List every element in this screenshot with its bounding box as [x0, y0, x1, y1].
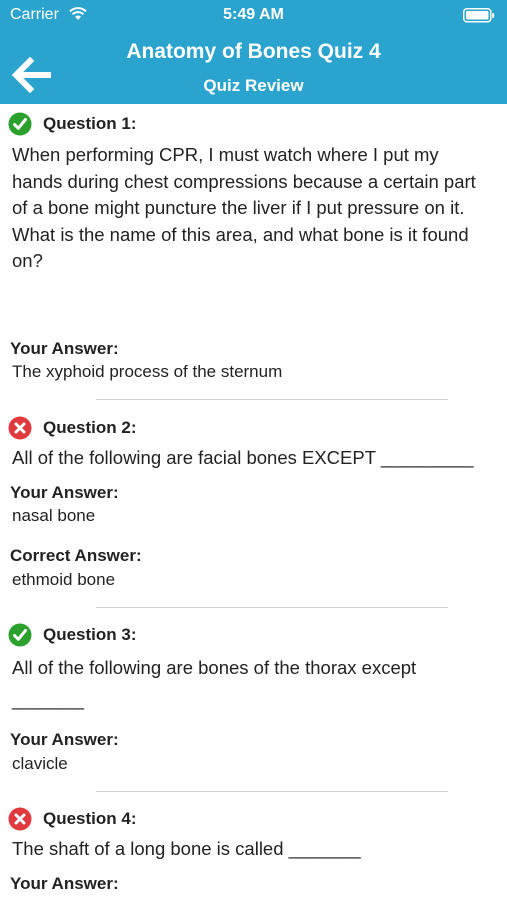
- status-bar: Carrier 5:49 AM: [0, 0, 507, 30]
- divider: [96, 607, 448, 608]
- question-label: Question 3:: [43, 625, 137, 644]
- question-label: Question 1:: [43, 114, 137, 133]
- correct-answer-value: ethmoid bone: [12, 570, 116, 589]
- correct-check-icon: [8, 623, 32, 652]
- page-subtitle: Quiz Review: [203, 76, 304, 95]
- correct-check-icon: [8, 112, 32, 141]
- question-text: All of the following are facial bones EX…: [12, 447, 474, 468]
- question-label: Question 4:: [43, 809, 137, 828]
- question-text: The shaft of a long bone is called _____…: [12, 838, 361, 859]
- incorrect-x-icon: [8, 807, 32, 836]
- your-answer-label: Your Answer:: [10, 339, 119, 358]
- question-label: Question 2:: [43, 418, 137, 437]
- question-text: All of the following are bones of the th…: [12, 657, 417, 710]
- divider: [96, 399, 448, 400]
- your-answer-value: clavicle: [12, 754, 68, 773]
- your-answer-value: nasal bone: [12, 506, 96, 525]
- incorrect-x-icon: [8, 416, 32, 445]
- navigation-header: Carrier 5:49 AM Anatomy of Bones Quiz 4 …: [0, 0, 507, 104]
- correct-answer-label: Correct Answer:: [10, 546, 142, 565]
- your-answer-label: Your Answer:: [10, 730, 119, 749]
- your-answer-label: Your Answer:: [10, 874, 119, 893]
- page-title: Anatomy of Bones Quiz 4: [126, 40, 381, 63]
- your-answer-label: Your Answer:: [10, 483, 119, 502]
- question-text: When performing CPR, I must watch where …: [12, 144, 476, 271]
- status-time: 5:49 AM: [223, 6, 284, 23]
- your-answer-value: The xyphoid process of the sternum: [12, 362, 283, 381]
- battery-icon: [463, 8, 495, 28]
- divider: [96, 791, 448, 792]
